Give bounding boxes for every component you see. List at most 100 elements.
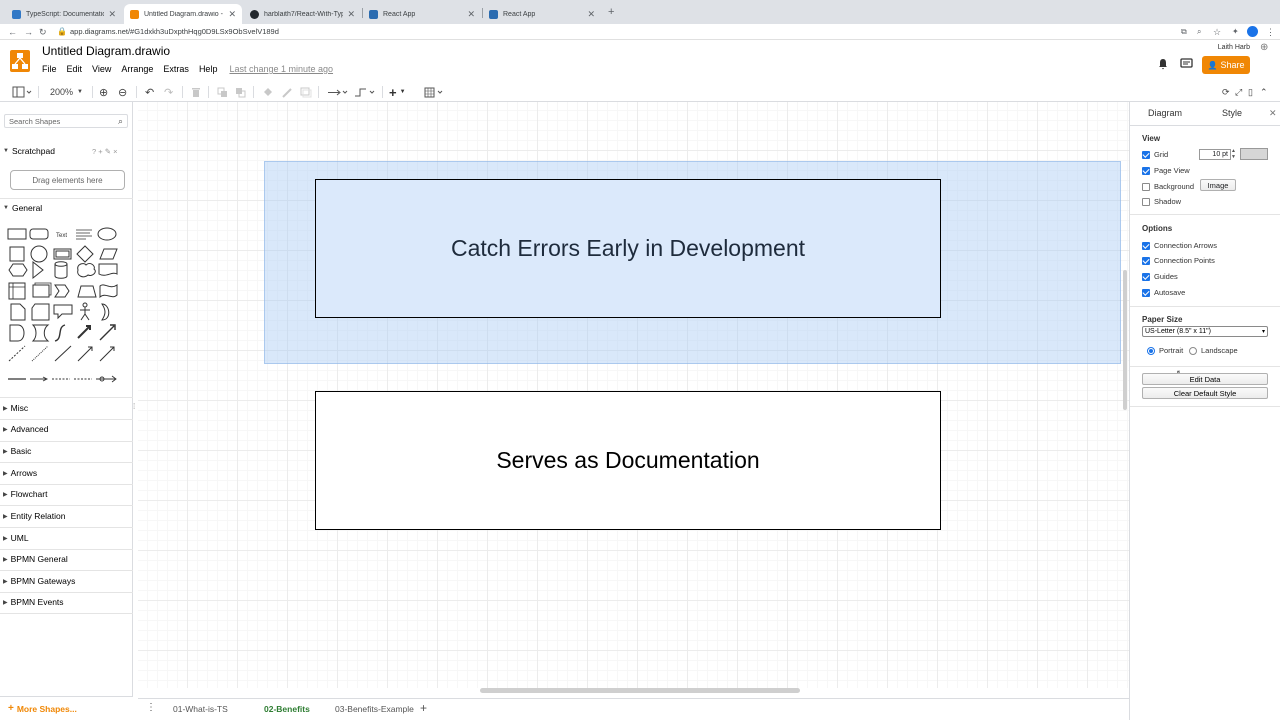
connection-points-checkbox[interactable]: Connection Points — [1142, 256, 1215, 265]
new-tab-icon[interactable]: + — [608, 6, 614, 18]
share-button[interactable]: 👤 Share — [1202, 56, 1250, 74]
fullscreen-icon[interactable]: ⤢ — [1235, 85, 1242, 99]
redo-icon[interactable]: ↷ — [164, 85, 173, 99]
add-page-icon[interactable]: + — [420, 701, 427, 715]
connection-style-icon[interactable] — [327, 85, 349, 99]
close-tab-icon[interactable]: ✕ — [228, 9, 236, 20]
page-tab-active[interactable]: 02-Benefits — [264, 704, 310, 714]
close-tab-icon[interactable]: ✕ — [347, 9, 355, 20]
browser-tab-active[interactable]: Untitled Diagram.drawio - diag ✕ — [124, 4, 242, 24]
waypoints-icon[interactable] — [354, 85, 376, 99]
extension-icon[interactable]: ✦ — [1232, 26, 1239, 38]
grid-size-input[interactable]: 10 pt — [1199, 149, 1231, 160]
user-name[interactable]: Laith Harb — [1218, 44, 1250, 51]
to-front-icon[interactable] — [217, 85, 229, 99]
grid-color-swatch[interactable] — [1240, 148, 1268, 160]
browser-tab[interactable]: React App ✕ — [363, 4, 481, 24]
comments-icon[interactable] — [1180, 58, 1193, 70]
tab-style[interactable]: Style — [1222, 108, 1242, 118]
zoom-out-icon[interactable]: ⊖ — [118, 85, 127, 99]
close-panel-icon[interactable]: ✕ — [1269, 108, 1277, 119]
library-advanced[interactable]: ▶ Advanced — [0, 419, 133, 439]
background-checkbox[interactable]: Background — [1142, 182, 1194, 191]
more-shapes-button[interactable]: + More Shapes... — [0, 696, 133, 720]
portrait-radio[interactable]: Portrait — [1147, 346, 1183, 355]
open-in-app-icon[interactable]: ⧉ — [1181, 26, 1187, 38]
back-icon[interactable]: ← — [8, 26, 17, 38]
guides-checkbox[interactable]: Guides — [1142, 272, 1178, 281]
library-uml[interactable]: ▶ UML — [0, 528, 133, 548]
edit-data-button[interactable]: Edit Data — [1142, 373, 1268, 385]
scratchpad-drop-zone[interactable]: Drag elements here — [10, 170, 125, 190]
library-flowchart[interactable]: ▶ Flowchart — [0, 484, 133, 504]
diagram-shape-catch-errors[interactable]: Catch Errors Early in Development — [315, 179, 941, 318]
library-basic[interactable]: ▶ Basic — [0, 441, 133, 461]
browser-tab[interactable]: React App ✕ — [483, 4, 601, 24]
document-title[interactable]: Untitled Diagram.drawio — [42, 44, 170, 58]
landscape-radio[interactable]: Landscape — [1189, 346, 1238, 355]
menu-file[interactable]: File — [42, 64, 57, 74]
close-tab-icon[interactable]: ✕ — [587, 9, 595, 20]
reload-icon[interactable]: ↻ — [39, 26, 47, 38]
bookmark-star-icon[interactable]: ☆ — [1213, 26, 1221, 38]
horizontal-scrollbar[interactable] — [480, 688, 800, 693]
paper-size-select[interactable]: US-Letter (8.5" x 11") ▾ — [1142, 326, 1268, 337]
library-bpmn-events[interactable]: ▶ BPMN Events — [0, 592, 133, 612]
zoom-select[interactable]: 200% ▼ — [50, 85, 83, 99]
globe-icon[interactable]: ⊕ — [1260, 42, 1268, 53]
pages-menu-icon[interactable]: ⋮ — [146, 702, 156, 713]
diagram-canvas[interactable]: Catch Errors Early in Development Serves… — [138, 102, 1129, 688]
notifications-icon[interactable] — [1157, 58, 1169, 70]
search-shapes-input[interactable]: Search Shapes ⌕ — [4, 114, 128, 128]
undo-icon[interactable]: ↶ — [145, 85, 154, 99]
menu-view[interactable]: View — [92, 64, 111, 74]
grid-checkbox[interactable]: Grid — [1142, 150, 1168, 159]
stepper-icon[interactable]: ▲ ▼ — [1231, 148, 1236, 160]
close-tab-icon[interactable]: ✕ — [108, 9, 116, 20]
page-tab[interactable]: 03-Benefits-Example — [335, 704, 414, 714]
menu-arrange[interactable]: Arrange — [121, 64, 153, 74]
library-misc[interactable]: ▶ Misc — [0, 398, 133, 418]
zoom-icon[interactable]: ⌕ — [1197, 26, 1201, 38]
close-tab-icon[interactable]: ✕ — [467, 9, 475, 20]
fill-color-icon[interactable] — [262, 85, 274, 99]
browser-tab[interactable]: harblaith7/React-With-TypeSc ✕ — [244, 4, 361, 24]
diagram-shape-documentation[interactable]: Serves as Documentation — [315, 391, 941, 530]
to-back-icon[interactable] — [235, 85, 247, 99]
clear-default-style-button[interactable]: Clear Default Style — [1142, 387, 1268, 399]
browser-tab[interactable]: TypeScript: Documentation - R ✕ — [6, 4, 122, 24]
library-bpmn-gateways[interactable]: ▶ BPMN Gateways — [0, 571, 133, 591]
page-tab[interactable]: 01-What-is-TS — [173, 704, 228, 714]
vertical-scrollbar[interactable] — [1123, 270, 1127, 410]
scratchpad-header[interactable]: ▼ Scratchpad ? + ✎ × — [0, 141, 133, 161]
line-color-icon[interactable] — [281, 85, 293, 99]
table-icon[interactable] — [424, 85, 446, 99]
library-entity-relation[interactable]: ▶ Entity Relation — [0, 506, 133, 526]
page-view-checkbox[interactable]: Page View — [1142, 166, 1190, 175]
shadow-icon[interactable] — [300, 85, 312, 99]
zoom-in-icon[interactable]: ⊕ — [99, 85, 108, 99]
format-panel-toggle-icon[interactable] — [12, 85, 32, 99]
delete-icon[interactable] — [191, 85, 201, 99]
panel-icon[interactable]: ▯ — [1248, 85, 1253, 99]
url-field[interactable]: app.diagrams.net/#G1dxkh3uDxpthHqg0D9LSx… — [70, 26, 279, 38]
shadow-checkbox[interactable]: Shadow — [1142, 197, 1181, 206]
image-button[interactable]: Image — [1200, 179, 1236, 191]
search-icon[interactable]: ⌕ — [118, 116, 123, 127]
browser-menu-icon[interactable]: ⋮ — [1266, 26, 1275, 38]
forward-icon[interactable]: → — [24, 26, 33, 38]
sync-icon[interactable]: ⟳ — [1222, 85, 1230, 99]
menu-edit[interactable]: Edit — [67, 64, 83, 74]
profile-avatar[interactable] — [1247, 26, 1258, 37]
menu-help[interactable]: Help — [199, 64, 218, 74]
tab-diagram[interactable]: Diagram — [1148, 108, 1182, 118]
autosave-checkbox[interactable]: Autosave — [1142, 288, 1185, 297]
general-header[interactable]: ▼ General — [0, 198, 133, 218]
connection-arrows-checkbox[interactable]: Connection Arrows — [1142, 241, 1217, 250]
menu-extras[interactable]: Extras — [163, 64, 189, 74]
scratchpad-tools[interactable]: ? + ✎ × — [92, 147, 117, 156]
collapse-icon[interactable]: ⌃ — [1260, 85, 1268, 99]
general-shapes-palette[interactable]: Text — [6, 224, 126, 390]
insert-icon[interactable]: + ▼ — [389, 85, 406, 100]
library-bpmn-general[interactable]: ▶ BPMN General — [0, 549, 133, 569]
